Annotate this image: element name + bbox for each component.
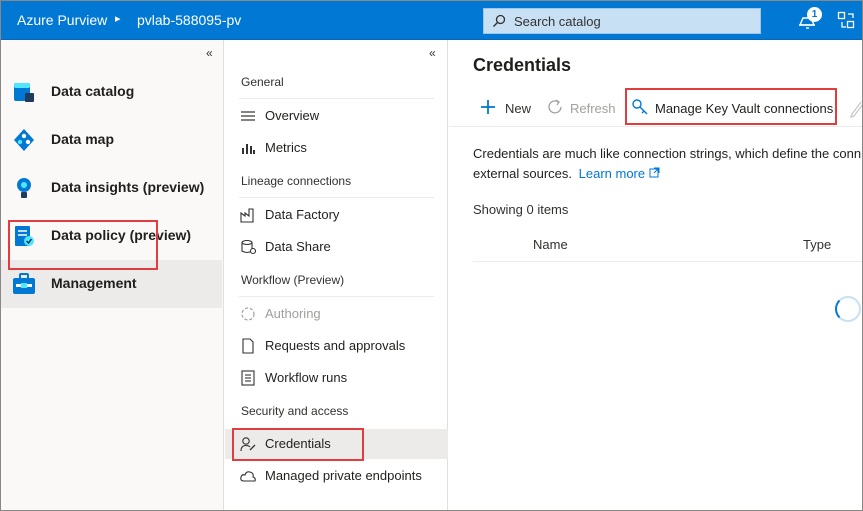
toolbar-divider <box>449 126 863 127</box>
data-map-icon <box>14 129 34 151</box>
metrics-icon <box>242 144 255 154</box>
description-line-1: Credentials are much like connection str… <box>473 146 862 161</box>
submenu-item-data-share[interactable]: Data Share <box>225 232 448 262</box>
description-text: external sources. <box>473 166 572 181</box>
submenu-item-label: Data Share <box>265 239 331 254</box>
nav-item-label: Data catalog <box>51 83 135 99</box>
submenu-item-label: Metrics <box>265 140 307 155</box>
directory-switcher-icon[interactable] <box>837 11 855 29</box>
submenu-item-overview[interactable]: Overview <box>225 101 448 131</box>
edit-icon[interactable] <box>849 100 863 118</box>
nav-item-label: Data insights (preview) <box>51 179 205 195</box>
nav-item-data-insights[interactable]: Data insights (preview) <box>0 164 222 212</box>
search-icon <box>493 14 506 27</box>
cloud-icon <box>240 471 256 482</box>
brand-title[interactable]: Azure Purview <box>17 12 107 28</box>
section-security: Security and access <box>241 404 349 418</box>
document-icon <box>242 338 254 354</box>
section-divider <box>239 296 434 297</box>
list-icon <box>241 111 255 121</box>
learn-more-link[interactable]: Learn more <box>579 166 660 181</box>
management-icon <box>13 273 35 294</box>
authoring-icon <box>241 307 255 321</box>
notification-count-badge: 1 <box>807 7 822 22</box>
credentials-description: Credentials are much like connection str… <box>473 144 863 184</box>
nav-item-label: Data map <box>51 131 115 147</box>
submenu-item-data-factory[interactable]: Data Factory <box>225 200 448 230</box>
loading-spinner-icon <box>835 296 861 322</box>
refresh-button-label: Refresh <box>570 101 616 116</box>
management-highlight-box <box>8 220 158 270</box>
nav-item-data-map[interactable]: Data map <box>0 116 222 164</box>
submenu-item-label: Overview <box>265 108 320 123</box>
workflow-runs-icon <box>241 370 255 386</box>
manage-key-vault-highlight-box <box>625 88 837 125</box>
submenu-item-workflow-runs[interactable]: Workflow runs <box>225 363 448 393</box>
column-header-type[interactable]: Type <box>803 237 831 252</box>
submenu-item-label: Requests and approvals <box>265 338 406 353</box>
credentials-highlight-box <box>232 428 364 461</box>
submenu-item-label: Workflow runs <box>265 370 348 385</box>
column-header-name[interactable]: Name <box>533 237 568 252</box>
account-breadcrumb[interactable]: pvlab-588095-pv <box>137 12 241 28</box>
search-input[interactable] <box>514 12 754 30</box>
data-insights-icon <box>17 178 31 198</box>
external-link-icon <box>649 167 660 178</box>
submenu-item-requests-approvals[interactable]: Requests and approvals <box>225 331 448 361</box>
add-icon <box>481 100 495 114</box>
submenu-item-private-endpoints[interactable]: Managed private endpoints <box>225 461 448 491</box>
section-divider <box>239 197 434 198</box>
section-divider <box>239 98 434 99</box>
submenu-item-metrics[interactable]: Metrics <box>225 133 448 163</box>
factory-icon <box>240 208 254 223</box>
left-nav: « Data catalog Data map Data insights (p… <box>0 40 224 511</box>
breadcrumb-separator-icon: ▸ <box>115 13 121 25</box>
refresh-button[interactable]: Refresh <box>546 98 618 120</box>
nav-item-data-catalog[interactable]: Data catalog <box>0 68 222 116</box>
table-header-divider <box>473 261 863 262</box>
collapse-submenu-icon[interactable]: « <box>429 46 436 60</box>
page-title: Credentials <box>473 55 572 75</box>
data-share-icon <box>241 239 256 255</box>
top-bar: Azure Purview ▸ pvlab-588095-pv 1 <box>0 0 863 40</box>
refresh-icon <box>548 99 562 114</box>
section-lineage: Lineage connections <box>241 174 352 188</box>
section-general: General <box>241 75 284 89</box>
section-workflow: Workflow (Preview) <box>241 273 345 287</box>
submenu-item-label: Managed private endpoints <box>265 468 422 483</box>
collapse-nav-icon[interactable]: « <box>206 46 213 60</box>
submenu-item-label: Data Factory <box>265 207 340 222</box>
items-count: Showing 0 items <box>473 202 569 217</box>
submenu-item-authoring[interactable]: Authoring <box>225 299 448 329</box>
search-box[interactable] <box>483 8 761 34</box>
learn-more-label: Learn more <box>578 166 646 181</box>
new-button[interactable]: New <box>479 98 539 120</box>
description-line-2: external sources. Learn more <box>473 164 863 184</box>
submenu-item-label: Authoring <box>265 306 321 321</box>
data-catalog-icon <box>14 83 34 102</box>
nav-item-label: Management <box>51 275 137 291</box>
new-button-label: New <box>505 101 532 116</box>
